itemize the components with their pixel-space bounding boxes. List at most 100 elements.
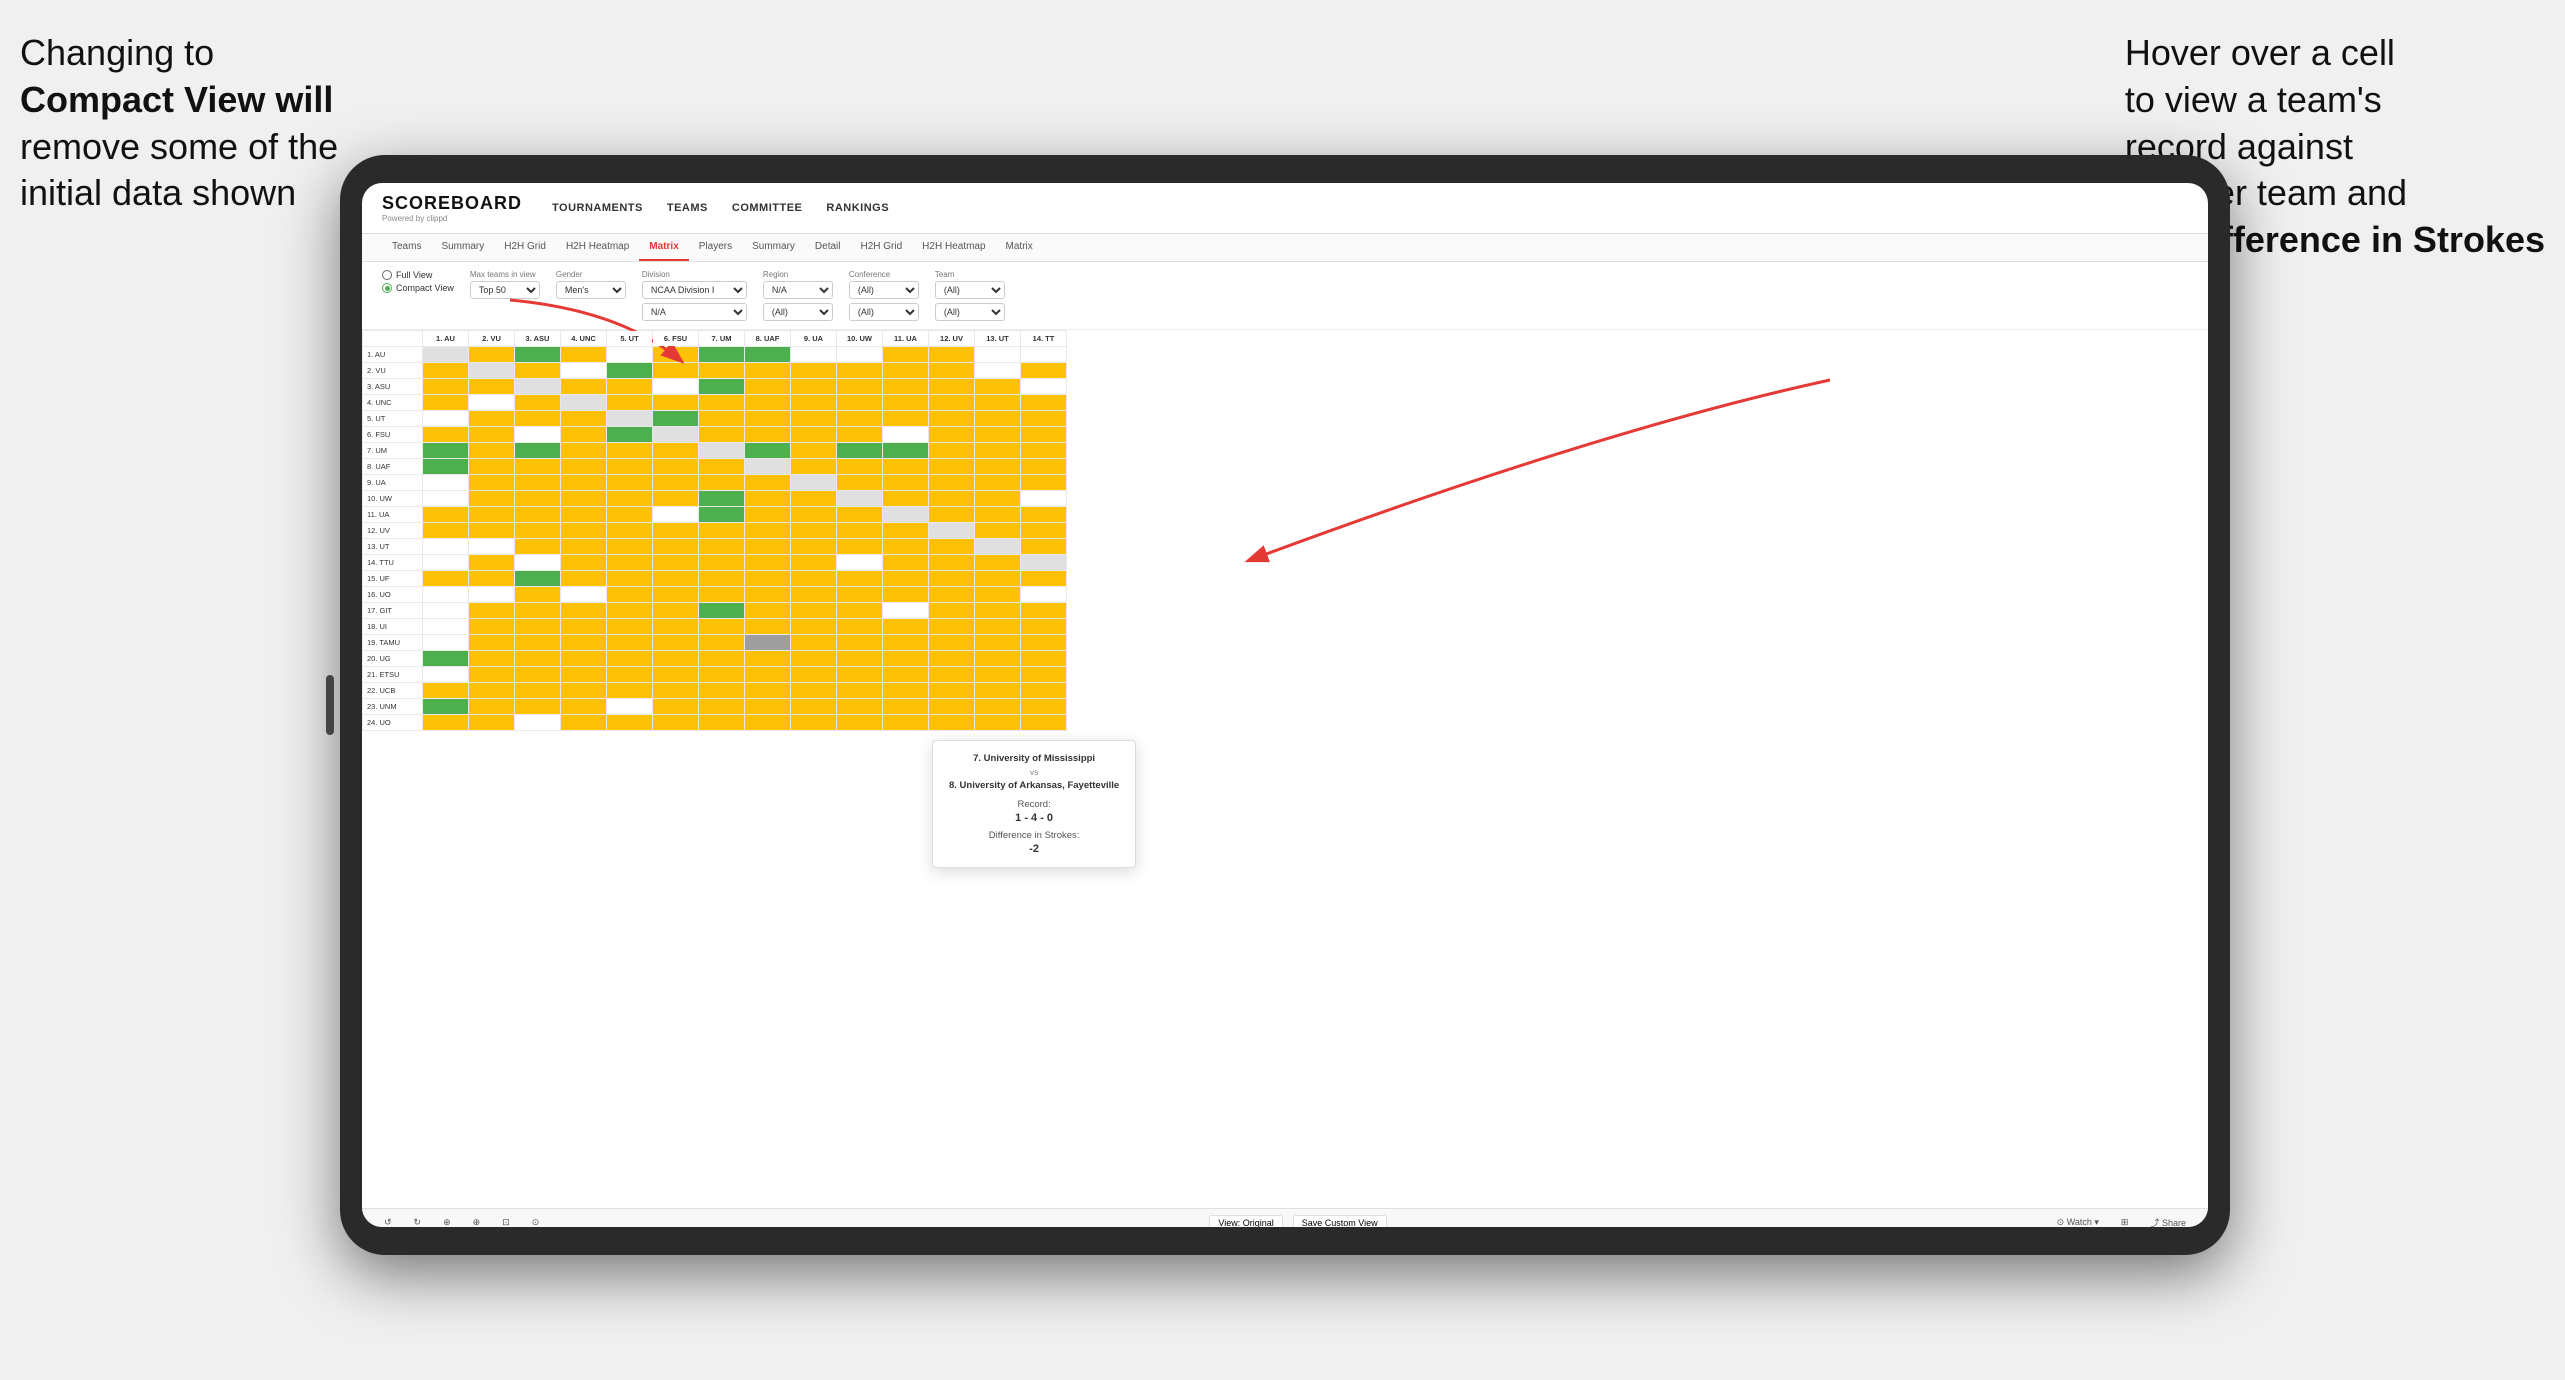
- matrix-cell-6-11[interactable]: [929, 443, 975, 459]
- matrix-cell-4-3[interactable]: [561, 411, 607, 427]
- matrix-cell-17-3[interactable]: [561, 619, 607, 635]
- matrix-cell-4-1[interactable]: [469, 411, 515, 427]
- matrix-cell-2-6[interactable]: [699, 379, 745, 395]
- matrix-cell-22-0[interactable]: [423, 699, 469, 715]
- matrix-cell-16-13[interactable]: [1021, 603, 1067, 619]
- matrix-cell-9-6[interactable]: [699, 491, 745, 507]
- matrix-cell-20-3[interactable]: [561, 667, 607, 683]
- matrix-cell-13-13[interactable]: [1021, 555, 1067, 571]
- matrix-cell-11-6[interactable]: [699, 523, 745, 539]
- matrix-cell-14-1[interactable]: [469, 571, 515, 587]
- matrix-cell-3-0[interactable]: [423, 395, 469, 411]
- matrix-cell-1-9[interactable]: [837, 363, 883, 379]
- matrix-cell-11-5[interactable]: [653, 523, 699, 539]
- matrix-cell-11-3[interactable]: [561, 523, 607, 539]
- matrix-cell-18-12[interactable]: [975, 635, 1021, 651]
- matrix-cell-5-0[interactable]: [423, 427, 469, 443]
- redo-button[interactable]: ↻: [408, 1215, 428, 1227]
- filter-team-sub-select[interactable]: (All): [935, 303, 1005, 321]
- matrix-cell-16-8[interactable]: [791, 603, 837, 619]
- matrix-cell-1-12[interactable]: [975, 363, 1021, 379]
- matrix-cell-1-1[interactable]: [469, 363, 515, 379]
- matrix-cell-4-12[interactable]: [975, 411, 1021, 427]
- save-custom-view-button[interactable]: Save Custom View: [1293, 1215, 1387, 1228]
- matrix-cell-13-4[interactable]: [607, 555, 653, 571]
- matrix-cell-22-5[interactable]: [653, 699, 699, 715]
- matrix-cell-11-1[interactable]: [469, 523, 515, 539]
- filter-division-select[interactable]: NCAA Division I: [642, 281, 747, 299]
- matrix-cell-4-11[interactable]: [929, 411, 975, 427]
- matrix-cell-21-11[interactable]: [929, 683, 975, 699]
- matrix-cell-8-7[interactable]: [745, 475, 791, 491]
- matrix-cell-5-6[interactable]: [699, 427, 745, 443]
- matrix-cell-20-10[interactable]: [883, 667, 929, 683]
- matrix-cell-22-2[interactable]: [515, 699, 561, 715]
- matrix-cell-9-0[interactable]: [423, 491, 469, 507]
- matrix-cell-6-0[interactable]: [423, 443, 469, 459]
- matrix-cell-0-4[interactable]: [607, 347, 653, 363]
- matrix-cell-21-8[interactable]: [791, 683, 837, 699]
- matrix-cell-19-11[interactable]: [929, 651, 975, 667]
- matrix-cell-0-2[interactable]: [515, 347, 561, 363]
- matrix-cell-23-12[interactable]: [975, 715, 1021, 731]
- matrix-cell-18-9[interactable]: [837, 635, 883, 651]
- matrix-cell-4-7[interactable]: [745, 411, 791, 427]
- matrix-cell-8-8[interactable]: [791, 475, 837, 491]
- matrix-cell-6-3[interactable]: [561, 443, 607, 459]
- matrix-cell-13-7[interactable]: [745, 555, 791, 571]
- matrix-cell-5-3[interactable]: [561, 427, 607, 443]
- matrix-cell-22-4[interactable]: [607, 699, 653, 715]
- matrix-cell-2-7[interactable]: [745, 379, 791, 395]
- matrix-cell-19-8[interactable]: [791, 651, 837, 667]
- full-view-radio[interactable]: Full View: [382, 270, 454, 280]
- matrix-cell-12-8[interactable]: [791, 539, 837, 555]
- nav-teams[interactable]: TEAMS: [667, 198, 708, 218]
- matrix-cell-9-4[interactable]: [607, 491, 653, 507]
- matrix-cell-7-7[interactable]: [745, 459, 791, 475]
- matrix-cell-13-1[interactable]: [469, 555, 515, 571]
- matrix-cell-23-11[interactable]: [929, 715, 975, 731]
- matrix-cell-9-8[interactable]: [791, 491, 837, 507]
- matrix-cell-0-9[interactable]: [837, 347, 883, 363]
- matrix-cell-21-12[interactable]: [975, 683, 1021, 699]
- matrix-cell-2-1[interactable]: [469, 379, 515, 395]
- matrix-cell-17-5[interactable]: [653, 619, 699, 635]
- matrix-cell-7-13[interactable]: [1021, 459, 1067, 475]
- undo-button[interactable]: ↺: [378, 1215, 398, 1227]
- matrix-cell-10-3[interactable]: [561, 507, 607, 523]
- matrix-cell-3-5[interactable]: [653, 395, 699, 411]
- matrix-cell-14-6[interactable]: [699, 571, 745, 587]
- nav-rankings[interactable]: RANKINGS: [826, 198, 889, 218]
- matrix-cell-1-2[interactable]: [515, 363, 561, 379]
- matrix-cell-1-10[interactable]: [883, 363, 929, 379]
- matrix-cell-2-9[interactable]: [837, 379, 883, 395]
- matrix-cell-7-8[interactable]: [791, 459, 837, 475]
- matrix-cell-10-11[interactable]: [929, 507, 975, 523]
- matrix-cell-5-11[interactable]: [929, 427, 975, 443]
- matrix-cell-19-6[interactable]: [699, 651, 745, 667]
- matrix-cell-7-12[interactable]: [975, 459, 1021, 475]
- matrix-cell-16-9[interactable]: [837, 603, 883, 619]
- matrix-cell-16-4[interactable]: [607, 603, 653, 619]
- matrix-cell-15-3[interactable]: [561, 587, 607, 603]
- matrix-cell-19-7[interactable]: [745, 651, 791, 667]
- matrix-cell-13-6[interactable]: [699, 555, 745, 571]
- matrix-cell-7-2[interactable]: [515, 459, 561, 475]
- matrix-cell-3-11[interactable]: [929, 395, 975, 411]
- matrix-cell-9-3[interactable]: [561, 491, 607, 507]
- matrix-cell-22-6[interactable]: [699, 699, 745, 715]
- matrix-cell-16-3[interactable]: [561, 603, 607, 619]
- matrix-cell-16-1[interactable]: [469, 603, 515, 619]
- matrix-cell-20-2[interactable]: [515, 667, 561, 683]
- matrix-cell-1-4[interactable]: [607, 363, 653, 379]
- matrix-cell-8-12[interactable]: [975, 475, 1021, 491]
- matrix-cell-14-8[interactable]: [791, 571, 837, 587]
- matrix-cell-8-5[interactable]: [653, 475, 699, 491]
- matrix-cell-11-12[interactable]: [975, 523, 1021, 539]
- matrix-cell-2-3[interactable]: [561, 379, 607, 395]
- grid-button[interactable]: ⊞: [2115, 1215, 2135, 1227]
- matrix-cell-6-4[interactable]: [607, 443, 653, 459]
- matrix-cell-23-9[interactable]: [837, 715, 883, 731]
- matrix-cell-8-3[interactable]: [561, 475, 607, 491]
- matrix-cell-5-13[interactable]: [1021, 427, 1067, 443]
